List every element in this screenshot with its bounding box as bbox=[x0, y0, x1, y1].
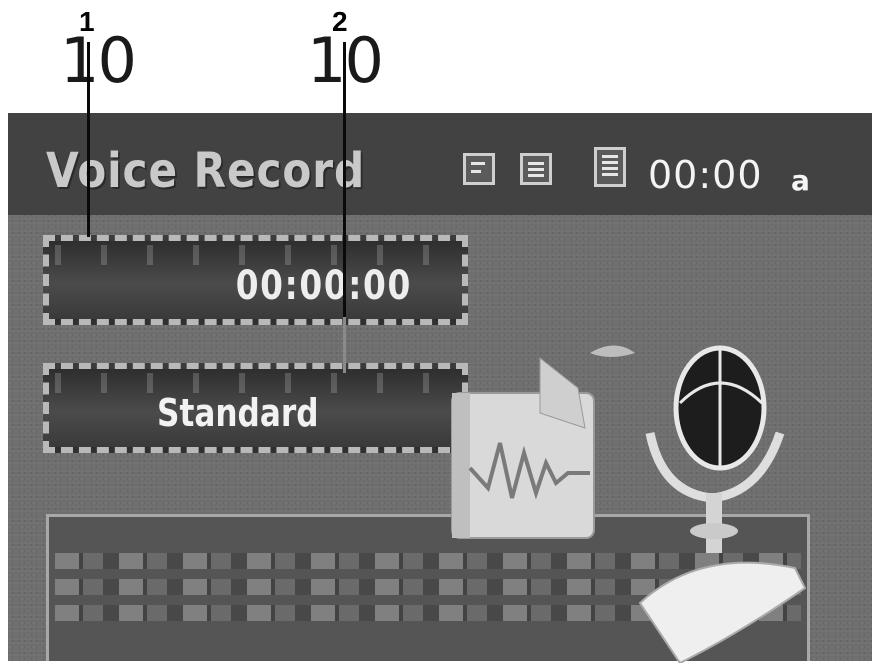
elapsed-time-display: 00:00:00 bbox=[43, 235, 468, 325]
memo-icon bbox=[520, 153, 552, 185]
elapsed-time: 00:00:00 bbox=[235, 263, 412, 309]
device-screen: Voice Record 00:00 a 00:00:00 Standard bbox=[8, 113, 872, 663]
microphone-icon bbox=[638, 345, 807, 663]
waveform-card-icon bbox=[451, 345, 635, 539]
microphone-artwork bbox=[451, 345, 807, 663]
callout-2-leader bbox=[343, 42, 346, 317]
clock: 00:00 bbox=[648, 153, 763, 197]
clock-suffix: a bbox=[791, 164, 810, 197]
list-icon bbox=[594, 147, 626, 187]
battery-icon bbox=[463, 153, 495, 185]
quality-mode-display[interactable]: Standard bbox=[43, 363, 468, 453]
callout-2-leader-tail bbox=[343, 317, 346, 373]
ghost-digits-left: 10 bbox=[60, 24, 137, 97]
page-title: Voice Record bbox=[46, 143, 366, 199]
callout-1-leader bbox=[87, 42, 90, 237]
quality-mode-label: Standard bbox=[157, 391, 319, 435]
